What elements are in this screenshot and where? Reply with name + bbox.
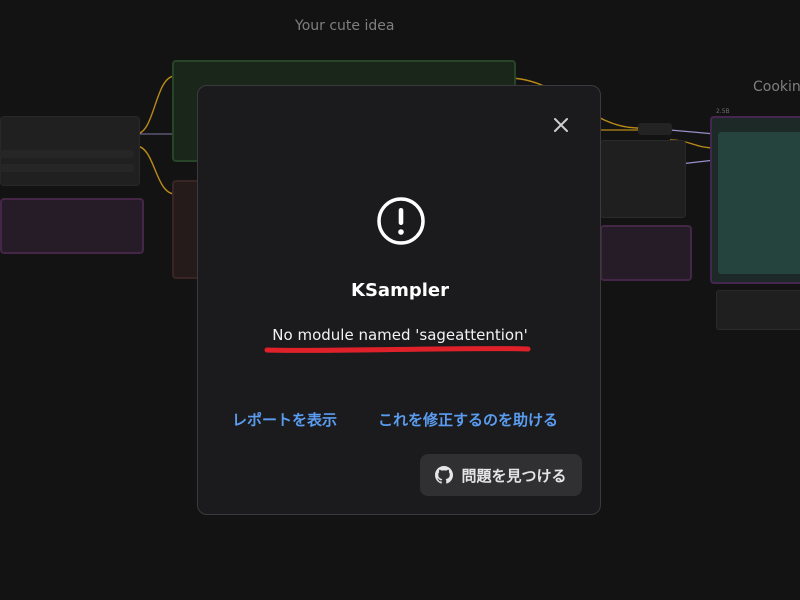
find-issue-button[interactable]: 問題を見つける (420, 454, 582, 496)
dialog-title: KSampler (351, 280, 449, 301)
show-report-link[interactable]: レポートを表示 (232, 409, 337, 430)
find-issue-label: 問題を見つける (461, 466, 567, 485)
help-fix-link[interactable]: これを修正するのを助ける (378, 409, 558, 430)
github-icon (435, 466, 454, 484)
exclamation-circle-icon (377, 197, 425, 245)
graph-canvas[interactable]: 2.5B Your cute idea Cooking KSampler No … (0, 0, 800, 600)
close-icon (554, 118, 568, 132)
close-button[interactable] (550, 114, 572, 136)
red-underline-annotation (264, 346, 531, 353)
error-dialog: KSampler No module named 'sageattention'… (197, 85, 601, 515)
error-message: No module named 'sageattention' (272, 326, 528, 344)
